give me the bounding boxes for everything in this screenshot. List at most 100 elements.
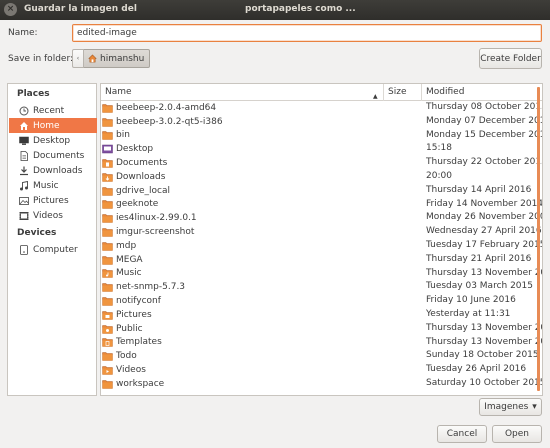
file-row[interactable]: beebeep-3.0.2-qt5-i386 Monday 07 December…: [101, 115, 542, 129]
file-name: bin: [116, 130, 130, 141]
file-row[interactable]: Downloads 20:00: [101, 170, 535, 184]
file-row[interactable]: mdp Tuesday 17 February 2015: [101, 239, 542, 253]
filename-input[interactable]: [72, 24, 542, 42]
file-row[interactable]: Todo Sunday 18 October 2015: [101, 349, 539, 363]
sidebar-item-home[interactable]: Home: [9, 118, 97, 133]
video-icon: [19, 211, 29, 220]
file-row[interactable]: imgur-screenshot Wednesday 27 April 2016: [101, 225, 542, 239]
file-name: net-snmp-5.7.3: [116, 282, 186, 293]
file-row[interactable]: net-snmp-5.7.3 Tuesday 03 March 2015: [101, 280, 535, 294]
file-name: notifyconf: [116, 296, 161, 307]
file-name-cell: Music: [101, 267, 384, 281]
folder-icon: [102, 227, 113, 237]
file-name-cell: MEGA: [101, 253, 384, 267]
scrollbar-indicator[interactable]: [537, 87, 540, 391]
file-row[interactable]: MEGA Thursday 21 April 2016: [101, 253, 535, 267]
column-header-name[interactable]: Name ▲: [101, 84, 384, 101]
download-icon: [20, 166, 28, 175]
column-header-modified[interactable]: Modified: [422, 84, 532, 101]
file-name-cell: Public: [101, 322, 384, 336]
file-name: workspace: [116, 378, 165, 389]
file-name: Public: [116, 323, 143, 334]
home-icon: [88, 54, 97, 63]
file-modified: Tuesday 03 March 2015: [426, 281, 533, 292]
file-modified: Thursday 13 November 2014: [426, 322, 542, 333]
path-segment-home[interactable]: himanshu: [84, 49, 151, 68]
file-name: Templates: [116, 337, 162, 348]
file-name: Documents: [116, 158, 168, 169]
home-icon: [20, 121, 28, 130]
file-row[interactable]: workspace Saturday 10 October 2015: [101, 377, 542, 391]
file-row[interactable]: Templates Thursday 13 November 2014: [101, 336, 542, 350]
folder-icon: [102, 186, 113, 196]
file-name-cell: net-snmp-5.7.3: [101, 280, 384, 294]
picture-icon: [102, 310, 113, 320]
file-row[interactable]: Pictures Yesterday at 11:31: [101, 308, 535, 322]
file-modified: Wednesday 27 April 2016: [426, 226, 542, 237]
file-row[interactable]: Videos Tuesday 26 April 2016: [101, 363, 535, 377]
template-icon: [102, 337, 113, 348]
file-row[interactable]: geeknote Friday 14 November 2014: [101, 198, 542, 212]
file-name: beebeep-3.0.2-qt5-i386: [116, 116, 223, 127]
folder-icon: [102, 296, 113, 306]
file-row[interactable]: beebeep-2.0.4-amd64 Thursday 08 October 2…: [101, 101, 542, 115]
file-name-cell: Pictures: [101, 308, 384, 322]
column-header-name-label: Name: [105, 87, 132, 97]
file-modified: Yesterday at 11:31: [426, 308, 511, 319]
sidebar-item-label: Recent: [33, 105, 65, 116]
sidebar-item-computer[interactable]: Computer: [9, 242, 97, 257]
folder-icon: [102, 117, 113, 127]
file-list[interactable]: Name ▲ Size Modified beebeep-2.0.4-amd64…: [100, 83, 543, 396]
file-row[interactable]: Desktop 15:18: [101, 142, 535, 156]
file-modified: Thursday 13 November 2014: [426, 336, 542, 347]
file-type-filter-label: Imagenes: [484, 402, 529, 412]
file-name: imgur-screenshot: [116, 227, 195, 238]
column-header-size[interactable]: Size: [384, 84, 422, 101]
sidebar-item-videos[interactable]: Videos: [9, 208, 97, 223]
chevron-down-icon: ▾: [532, 402, 537, 412]
file-row[interactable]: Music Thursday 13 November 2014: [101, 267, 542, 281]
create-folder-button[interactable]: Create Folder: [479, 48, 542, 69]
file-modified: Thursday 21 April 2016: [426, 253, 532, 264]
file-row[interactable]: Public Thursday 13 November 2014: [101, 322, 542, 336]
file-modified: Thursday 14 April 2016: [426, 184, 532, 195]
file-row[interactable]: bin Monday 15 December 2014: [101, 129, 542, 143]
path-back-button[interactable]: ‹: [72, 49, 84, 68]
file-modified: Monday 26 November 2007: [426, 212, 543, 223]
sidebar-item-pictures[interactable]: Pictures: [9, 193, 97, 208]
file-name-cell: Templates: [101, 336, 384, 350]
file-name: MEGA: [116, 254, 143, 265]
sidebar-item-desktop[interactable]: Desktop: [9, 133, 97, 148]
file-name: Pictures: [116, 309, 152, 320]
folder-icon: [102, 199, 113, 210]
sidebar-item-music[interactable]: Music: [9, 178, 97, 193]
sidebar-item-label: Downloads: [33, 165, 83, 176]
file-row[interactable]: notifyconf Friday 10 June 2016: [101, 294, 535, 308]
folder-icon: [102, 241, 113, 251]
file-name-cell: imgur-screenshot: [101, 225, 384, 239]
column-header: Name ▲ Size Modified: [101, 84, 542, 101]
sidebar-item-label: Home: [33, 120, 60, 131]
file-name-cell: Desktop: [101, 142, 384, 156]
sidebar-item-label: Videos: [33, 210, 63, 221]
file-name: Music: [116, 268, 142, 279]
sidebar-item-recent[interactable]: Recent: [9, 103, 97, 118]
file-row[interactable]: ies4linux-2.99.0.1 Monday 26 November 200…: [101, 211, 542, 225]
desktop-icon: [102, 144, 113, 154]
sidebar-item-label: Documents: [33, 150, 85, 161]
sidebar-item-documents[interactable]: Documents: [9, 148, 97, 163]
file-modified: Friday 14 November 2014: [426, 198, 543, 209]
cancel-button[interactable]: Cancel: [437, 425, 487, 443]
devices-heading: Devices: [17, 228, 57, 238]
sidebar-item-label: Desktop: [33, 135, 71, 146]
close-icon[interactable]: ×: [4, 3, 17, 16]
places-heading: Places: [17, 89, 50, 99]
file-row[interactable]: Documents Thursday 22 October 2015: [101, 156, 542, 170]
sidebar-item-downloads[interactable]: Downloads: [9, 163, 97, 178]
open-button[interactable]: Open: [492, 425, 542, 443]
download-icon: [102, 172, 113, 182]
file-rows: beebeep-2.0.4-amd64 Thursday 08 October 2…: [101, 101, 542, 391]
file-row[interactable]: gdrive_local Thursday 14 April 2016: [101, 184, 535, 198]
file-type-filter[interactable]: Imagenes ▾: [479, 398, 542, 416]
desktop-icon: [19, 136, 29, 145]
